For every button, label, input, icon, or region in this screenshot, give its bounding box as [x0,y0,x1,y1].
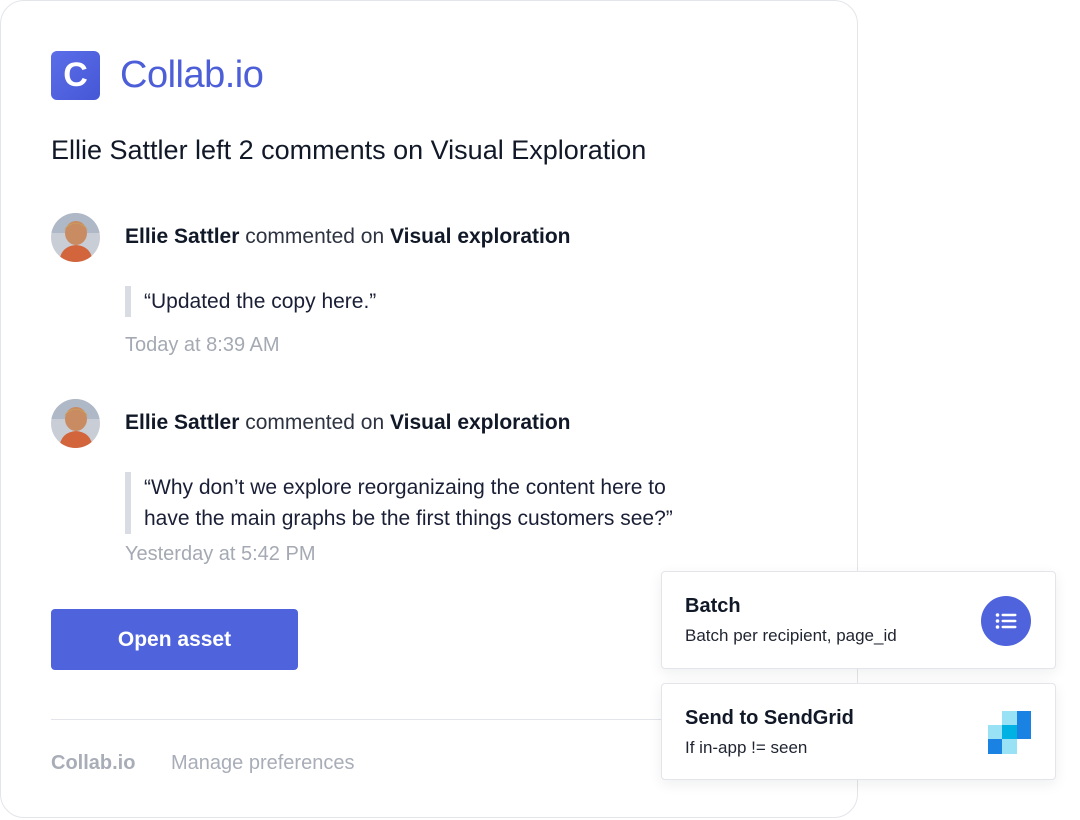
comment-target: Visual exploration [390,411,571,434]
sendgrid-step-card[interactable]: Send to SendGrid If in-app != seen [661,683,1056,780]
avatar [51,213,100,262]
comment-action: commented on [245,225,385,248]
comment-summary: Ellie Sattler commented on Visual explor… [125,411,571,435]
comment-target: Visual exploration [390,225,571,248]
sendgrid-logo-icon [988,711,1031,754]
comment-author: Ellie Sattler [125,225,240,248]
avatar [51,399,100,448]
manage-preferences-link[interactable]: Manage preferences [171,752,354,775]
comment-timestamp: Yesterday at 5:42 PM [125,543,316,565]
step-title: Send to SendGrid [685,707,854,729]
batch-step-card[interactable]: Batch Batch per recipient, page_id [661,571,1056,669]
comment-timestamp: Today at 8:39 AM [125,334,280,356]
list-icon [981,596,1031,646]
brand-name: Collab.io [120,54,264,96]
comment-quote: “Updated the copy here.” [125,286,376,317]
footer-brand: Collab.io [51,752,136,774]
step-subtitle: If in-app != seen [685,738,808,757]
open-asset-button[interactable]: Open asset [51,609,298,670]
step-title: Batch [685,595,741,617]
quote-line: “Why don’t we explore reorganizaing the … [144,476,666,499]
step-subtitle: Batch per recipient, page_id [685,626,897,645]
comment-summary: Ellie Sattler commented on Visual explor… [125,225,571,249]
quote-line: have the main graphs be the first things… [144,507,673,530]
collab-logo-icon: C [51,51,100,100]
quote-text: “Updated the copy here.” [144,290,377,313]
brand-header: C Collab.io [51,51,264,100]
comment-quote: “Why don’t we explore reorganizaing the … [125,472,673,534]
comment-author: Ellie Sattler [125,411,240,434]
email-headline: Ellie Sattler left 2 comments on Visual … [51,135,647,165]
comment-action: commented on [245,411,385,434]
